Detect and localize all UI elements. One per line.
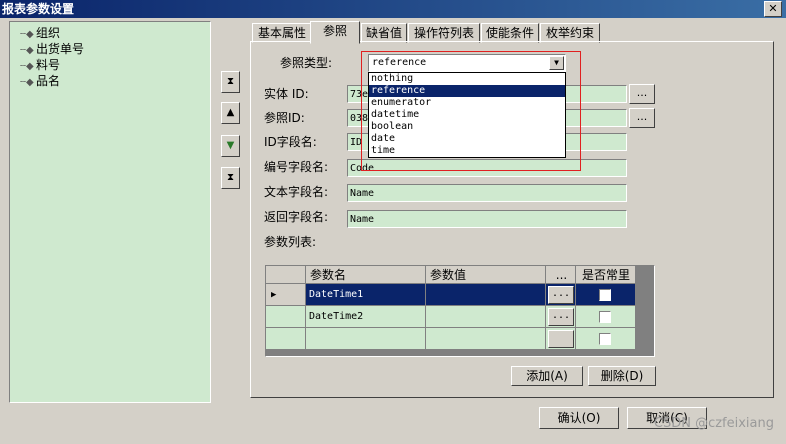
tab-reference[interactable]: 参照 — [310, 21, 360, 44]
entity-id-label: 实体 ID: — [264, 87, 309, 101]
node-icon: ┄◆ — [20, 77, 34, 88]
text-field-input[interactable]: Name — [347, 184, 627, 202]
move-up-button[interactable]: ▲ — [221, 102, 240, 124]
highlight-annotation — [361, 51, 581, 171]
table-row-3-value[interactable] — [426, 328, 546, 350]
window-title: 报表参数设置 — [2, 2, 75, 16]
watermark: CSDN @czfeixiang — [653, 416, 774, 431]
row-indicator[interactable] — [266, 328, 306, 350]
table-row-3-browse[interactable] — [546, 328, 576, 350]
params-list-label: 参数列表: — [264, 235, 317, 249]
tree-item-material-no[interactable]: ┄◆ 料号 — [20, 57, 60, 73]
table-row-1-name[interactable]: DateTime1 — [306, 284, 426, 306]
table-row-3-name[interactable] — [306, 328, 426, 350]
row-1-constant-checkbox[interactable] — [599, 289, 611, 301]
row-3-constant-checkbox[interactable] — [599, 333, 611, 345]
ref-id-label: 参照ID: — [264, 111, 305, 125]
move-up-icon: ▲ — [226, 107, 235, 118]
table-row-1-constant[interactable] — [576, 284, 636, 306]
table-row-2-browse[interactable]: ... — [546, 306, 576, 328]
id-field-label: ID字段名: — [264, 135, 317, 149]
title-bar: 报表参数设置 — [0, 0, 786, 18]
table-corner — [266, 266, 306, 284]
table-row-2-name[interactable]: DateTime2 — [306, 306, 426, 328]
params-table[interactable]: 参数名 参数值 ... 是否常里 ▶ DateTime1 ... DateTim… — [265, 265, 655, 357]
code-field-label: 编号字段名: — [264, 160, 329, 174]
tab-default-value[interactable]: 缺省值 — [361, 23, 407, 43]
ref-type-label: 参照类型: — [280, 56, 333, 70]
text-field-label: 文本字段名: — [264, 185, 329, 199]
column-header-param-value[interactable]: 参数值 — [426, 266, 546, 284]
tree-item-product-name[interactable]: ┄◆ 品名 — [20, 73, 60, 89]
tab-operator-list[interactable]: 操作符列表 — [408, 23, 480, 43]
return-field-input[interactable]: Name — [347, 210, 627, 228]
row-2-browse-button[interactable]: ... — [548, 308, 574, 326]
table-row-2-constant[interactable] — [576, 306, 636, 328]
parameter-tree[interactable]: ┄◆ 组织 ┄◆ 出货单号 ┄◆ 料号 ┄◆ 品名 — [9, 21, 211, 403]
tab-basic-properties[interactable]: 基本属性 — [252, 23, 312, 43]
move-down-icon: ▼ — [226, 140, 235, 151]
return-field-label: 返回字段名: — [264, 210, 329, 224]
row-indicator[interactable]: ▶ — [266, 284, 306, 306]
delete-button[interactable]: 删除(D) — [588, 366, 656, 386]
add-button[interactable]: 添加(A) — [511, 366, 583, 386]
tree-item-shipment-no[interactable]: ┄◆ 出货单号 — [20, 41, 84, 57]
entity-id-browse-button[interactable]: ... — [629, 84, 655, 104]
move-down-button[interactable]: ▼ — [221, 135, 240, 157]
tree-item-org[interactable]: ┄◆ 组织 — [20, 25, 60, 41]
close-icon[interactable]: ✕ — [764, 1, 782, 17]
column-header-browse: ... — [546, 266, 576, 284]
current-row-icon: ▶ — [271, 290, 277, 300]
tab-enum-constraint[interactable]: 枚举约束 — [540, 23, 600, 43]
row-1-browse-button[interactable]: ... — [548, 286, 574, 304]
row-2-constant-checkbox[interactable] — [599, 311, 611, 323]
tab-enable-condition[interactable]: 使能条件 — [481, 23, 539, 43]
column-header-is-constant[interactable]: 是否常里 — [576, 266, 636, 284]
move-bottom-button[interactable]: ⧗ — [221, 167, 240, 189]
move-top-icon: ⧗ — [226, 76, 235, 87]
row-indicator[interactable] — [266, 306, 306, 328]
move-bottom-icon: ⧗ — [226, 172, 235, 183]
ok-button[interactable]: 确认(O) — [539, 407, 619, 429]
move-top-button[interactable]: ⧗ — [221, 71, 240, 93]
table-row-1-browse[interactable]: ... — [546, 284, 576, 306]
table-row-3-constant[interactable] — [576, 328, 636, 350]
ref-id-browse-button[interactable]: ... — [629, 108, 655, 128]
table-row-2-value[interactable] — [426, 306, 546, 328]
table-row-1-value[interactable] — [426, 284, 546, 306]
column-header-param-name[interactable]: 参数名 — [306, 266, 426, 284]
row-3-browse-button[interactable] — [548, 330, 574, 348]
